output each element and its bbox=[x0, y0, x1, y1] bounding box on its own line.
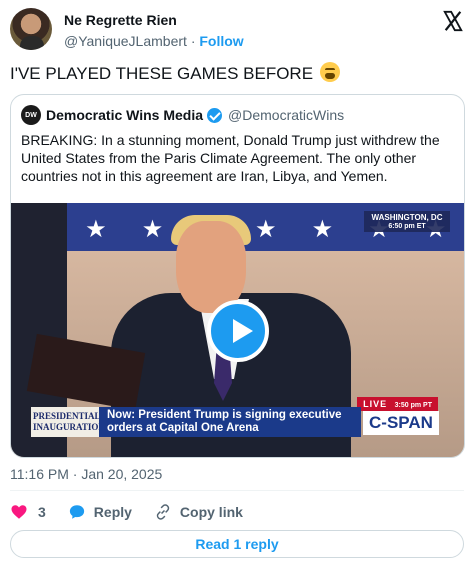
copy-link-label: Copy link bbox=[179, 504, 243, 520]
action-bar: 3 Reply Copy link bbox=[10, 501, 265, 523]
play-button[interactable] bbox=[207, 300, 269, 362]
quoted-tweet-card[interactable]: DW Democratic Wins Media @DemocraticWins… bbox=[10, 94, 465, 458]
quoted-tweet-text: BREAKING: In a stunning moment, Donald T… bbox=[21, 132, 440, 184]
reply-button[interactable]: Reply bbox=[68, 503, 132, 521]
divider bbox=[10, 490, 464, 491]
link-icon bbox=[156, 504, 170, 520]
verified-badge-icon bbox=[207, 107, 223, 123]
quoted-tweet-header: DW Democratic Wins Media @DemocraticWins bbox=[21, 105, 344, 125]
author-avatar[interactable] bbox=[10, 8, 52, 50]
read-replies-button[interactable]: Read 1 reply bbox=[10, 530, 464, 558]
like-button[interactable]: 3 bbox=[10, 503, 46, 521]
quoted-author-avatar: DW bbox=[21, 105, 41, 125]
weary-face-icon bbox=[319, 62, 340, 82]
author-handle-line: @YaniqueJLambert · Follow bbox=[64, 31, 244, 51]
author-name-block: Ne Regrette Rien @YaniqueJLambert · Foll… bbox=[64, 11, 244, 51]
author-handle[interactable]: @YaniqueJLambert bbox=[64, 33, 187, 49]
location-text: WASHINGTON, DC bbox=[371, 213, 443, 222]
program-label-line-1: PRESIDENTIAL bbox=[33, 411, 101, 421]
heart-icon bbox=[11, 505, 27, 519]
video-player[interactable]: ★★★★★★★★ WASHINGTON, DC 6:50 pm ET LIVE … bbox=[11, 203, 464, 457]
live-label: LIVE bbox=[363, 399, 388, 409]
live-badge: LIVE 3:50 pm PT bbox=[357, 397, 438, 411]
program-label: PRESIDENTIAL INAUGURATION bbox=[31, 407, 105, 437]
location-time: 6:50 pm ET bbox=[388, 223, 426, 230]
tweet-timestamp[interactable]: 11:16 PM · Jan 20, 2025 bbox=[10, 466, 162, 482]
x-logo-icon[interactable] bbox=[442, 10, 464, 32]
network-logo: C-SPAN bbox=[363, 411, 439, 435]
tweet-text: I'VE PLAYED THESE GAMES BEFORE bbox=[10, 62, 340, 86]
author-display-name[interactable]: Ne Regrette Rien bbox=[64, 11, 244, 29]
tweet-header: Ne Regrette Rien @YaniqueJLambert · Foll… bbox=[10, 8, 466, 52]
follow-button[interactable]: Follow bbox=[199, 33, 243, 49]
reply-label: Reply bbox=[93, 504, 132, 520]
tweet-text-content: I'VE PLAYED THESE GAMES BEFORE bbox=[10, 64, 314, 83]
location-tag: WASHINGTON, DC 6:50 pm ET bbox=[364, 211, 450, 232]
program-label-line-2: INAUGURATION bbox=[33, 422, 105, 432]
like-count: 3 bbox=[38, 504, 46, 520]
reply-bubble-icon bbox=[69, 505, 84, 519]
handle-separator: · bbox=[190, 33, 196, 49]
live-time: 3:50 pm PT bbox=[394, 402, 432, 409]
quoted-author-handle: @DemocraticWins bbox=[228, 107, 345, 123]
quoted-author-name: Democratic Wins Media bbox=[46, 107, 204, 123]
copy-link-button[interactable]: Copy link bbox=[154, 503, 243, 521]
chyron: PRESIDENTIAL INAUGURATION Now: President… bbox=[31, 407, 361, 437]
chyron-headline: Now: President Trump is signing executiv… bbox=[99, 407, 361, 437]
